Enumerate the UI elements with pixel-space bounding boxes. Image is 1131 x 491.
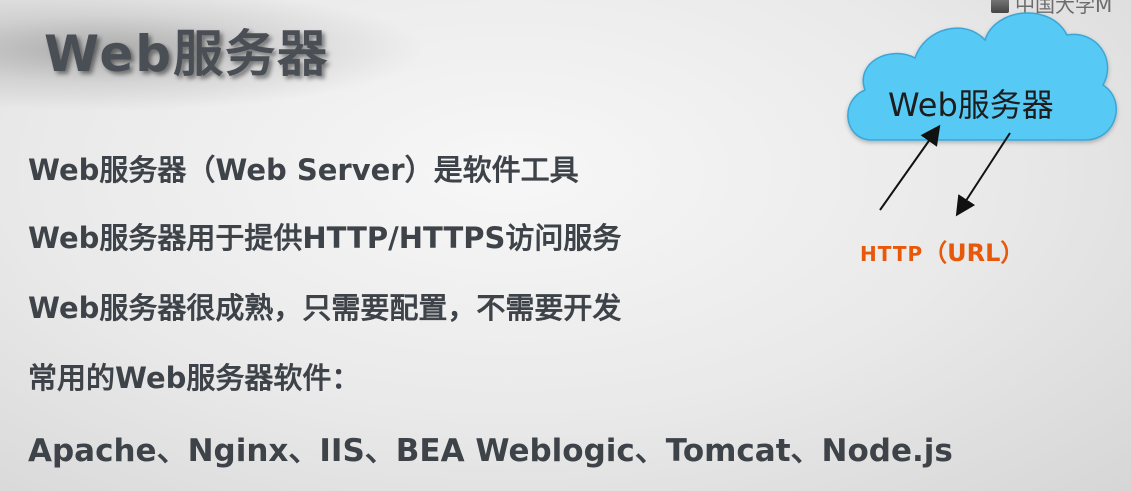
response-arrow (955, 132, 1011, 217)
bullet-line-4: 常用的Web服务器软件： (28, 361, 361, 395)
url-label: （URL） (923, 239, 1025, 267)
bullet-line-3: Web服务器很成熟，只需要配置，不需要开发 (28, 291, 622, 325)
server-software-list: Apache、Nginx、IIS、BEA Weblogic、Tomcat、Nod… (28, 433, 953, 469)
protocol-label: HTTP（URL） (860, 233, 1024, 268)
request-response-arrows (879, 124, 1011, 217)
bullet-line-2: Web服务器用于提供HTTP/HTTPS访问服务 (28, 221, 622, 255)
request-arrow (879, 124, 941, 211)
slide-title: Web服务器 (44, 25, 330, 83)
http-label: HTTP (860, 242, 924, 266)
bullet-line-1: Web服务器（Web Server）是软件工具 (28, 153, 579, 187)
